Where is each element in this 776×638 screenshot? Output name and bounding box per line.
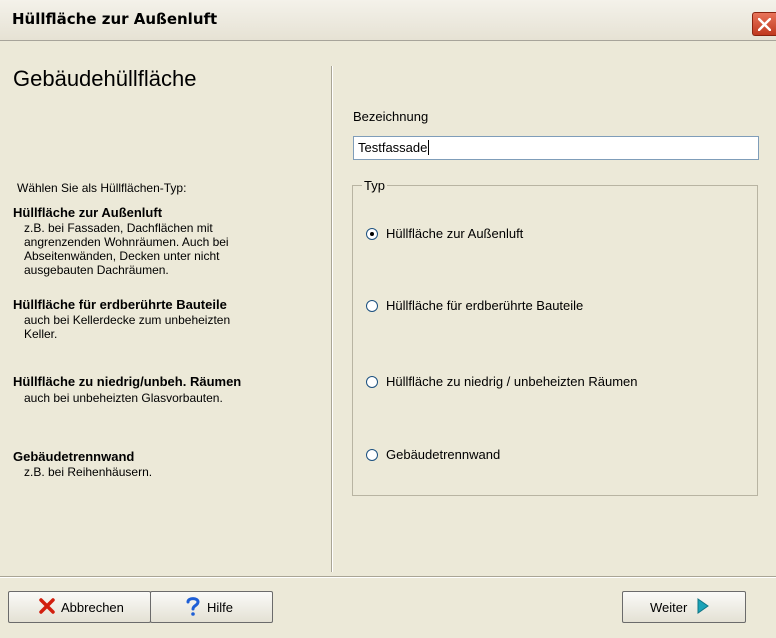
horizontal-divider — [0, 576, 776, 578]
name-input[interactable]: Testfassade — [353, 136, 759, 160]
next-button-label: Weiter — [650, 599, 688, 615]
arrow-right-icon — [697, 597, 710, 617]
page-title: Gebäudehüllfläche — [13, 66, 197, 91]
cancel-button[interactable]: Abbrechen — [8, 591, 151, 623]
option-title-aussenluft: Hüllfläche zur Außenluft — [13, 205, 163, 220]
help-button[interactable]: Hilfe — [150, 591, 273, 623]
radio-label-niedrig[interactable]: Hüllfläche zu niedrig / unbeheizten Räum… — [386, 374, 638, 389]
title-bar: Hüllfläche zur Außenluft — [0, 0, 776, 41]
window-title: Hüllfläche zur Außenluft — [12, 10, 218, 28]
option-title-trennwand: Gebäudetrennwand — [13, 449, 135, 464]
radio-aussenluft[interactable] — [366, 228, 378, 240]
close-icon — [758, 18, 771, 31]
radio-label-trennwand[interactable]: Gebäudetrennwand — [386, 447, 500, 462]
option-title-erdberuehrt: Hüllfläche für erdberührte Bauteile — [13, 297, 227, 312]
name-input-value: Testfassade — [358, 140, 428, 155]
intro-text: Wählen Sie als Hüllflächen-Typ: — [17, 181, 187, 195]
radio-niedrig[interactable] — [366, 376, 378, 388]
help-button-label: Hilfe — [207, 599, 234, 615]
radio-label-aussenluft[interactable]: Hüllfläche zur Außenluft — [386, 226, 523, 241]
option-desc-aussenluft: z.B. bei Fassaden, Dachflächen mit angre… — [24, 221, 229, 277]
cancel-button-label: Abbrechen — [61, 599, 124, 615]
type-group-label: Typ — [362, 178, 387, 193]
option-desc-erdberuehrt: auch bei Kellerdecke zum unbeheizten Kel… — [24, 313, 231, 341]
name-label: Bezeichnung — [353, 109, 429, 124]
option-desc-niedrig: auch bei unbeheizten Glasvorbauten. — [24, 391, 223, 405]
radio-label-erdberuehrt[interactable]: Hüllfläche für erdberührte Bauteile — [386, 298, 583, 313]
next-button[interactable]: Weiter — [622, 591, 746, 623]
dialog-window: Hüllfläche zur Außenluft Gebäudehüllfläc… — [0, 0, 776, 638]
text-caret — [428, 140, 430, 155]
option-title-niedrig: Hüllfläche zu niedrig/unbeh. Räumen — [13, 374, 242, 389]
question-mark-icon — [185, 596, 201, 619]
radio-trennwand[interactable] — [366, 449, 378, 461]
option-desc-trennwand: z.B. bei Reihenhäusern. — [24, 465, 153, 479]
vertical-divider — [331, 66, 333, 572]
radio-erdberuehrt[interactable] — [366, 300, 378, 312]
red-x-icon — [39, 597, 55, 617]
close-button[interactable] — [752, 12, 776, 36]
